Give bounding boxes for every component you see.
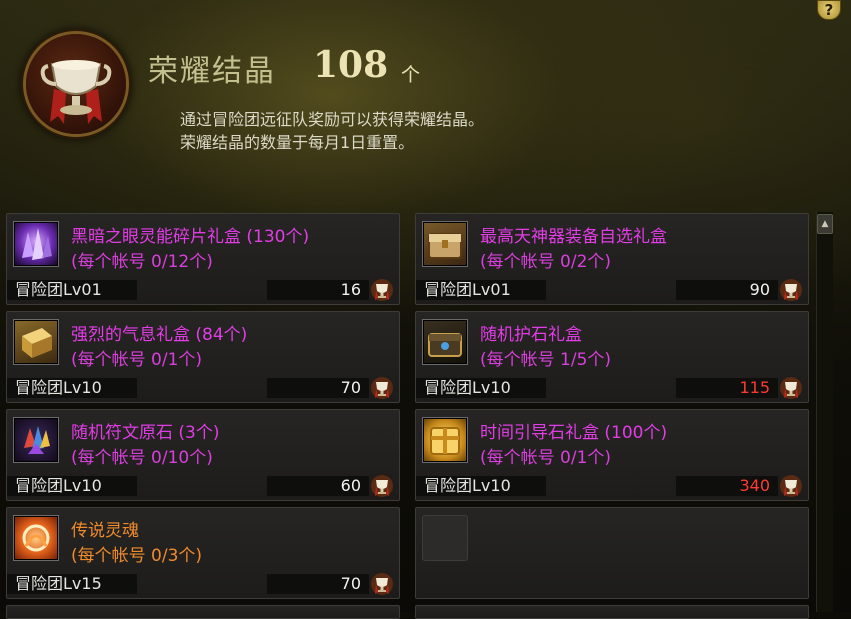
item-name: 强烈的气息礼盒 (84个) — [71, 325, 248, 345]
item-purchase-limit: (每个帐号 0/10个) — [71, 448, 213, 468]
item-price: 340 — [676, 476, 778, 496]
item-purchase-limit: (每个帐号 0/12个) — [71, 252, 213, 272]
level-requirement: 冒险团Lv10 — [416, 378, 546, 398]
shop-item-card[interactable]: 黑暗之眼灵能碎片礼盒 (130个) (每个帐号 0/12个) 冒险团Lv01 1… — [6, 213, 400, 305]
shop-item-card[interactable]: 传说灵魂 (每个帐号 0/3个) 冒险团Lv15 70 — [6, 507, 400, 599]
dark-chest-icon — [422, 319, 468, 365]
level-requirement: 冒险团Lv10 — [416, 476, 546, 496]
item-purchase-limit: (每个帐号 0/1个) — [480, 448, 612, 468]
honor-crystal-icon — [780, 279, 802, 301]
item-price-value: 115 — [739, 378, 770, 397]
item-purchase-limit: (每个帐号 0/2个) — [480, 252, 612, 272]
honor-crystal-icon — [780, 377, 802, 399]
item-price-value: 70 — [340, 574, 361, 593]
legendary-soul-icon — [13, 515, 59, 561]
item-price: 115 — [676, 378, 778, 398]
purple-crystal-icon — [13, 221, 59, 267]
item-price-value: 60 — [340, 476, 361, 495]
shop-item-card[interactable]: 随机符文原石 (3个) (每个帐号 0/10个) 冒险团Lv10 60 — [6, 409, 400, 501]
page-title: 荣耀结晶 — [148, 54, 276, 89]
rune-stone-icon — [13, 417, 59, 463]
shop-item-card[interactable]: 强烈的气息礼盒 (84个) (每个帐号 0/1个) 冒险团Lv10 70 — [6, 311, 400, 403]
item-price: 90 — [676, 280, 778, 300]
help-button[interactable]: ? — [817, 0, 841, 20]
honor-crystal-medal-icon — [26, 34, 126, 134]
item-price-value: 340 — [739, 476, 770, 495]
item-price: 16 — [267, 280, 369, 300]
honor-crystal-icon — [371, 377, 393, 399]
item-name: 随机护石礼盒 — [480, 325, 582, 345]
shop-item-card-partial[interactable] — [415, 605, 809, 619]
item-name: 时间引导石礼盒 (100个) — [480, 423, 668, 443]
item-name: 最高天神器装备自选礼盒 — [480, 227, 667, 247]
shop-item-card-partial[interactable] — [6, 605, 400, 619]
item-name: 黑暗之眼灵能碎片礼盒 (130个) — [71, 227, 310, 247]
shop-item-card[interactable]: 最高天神器装备自选礼盒 (每个帐号 0/2个) 冒险团Lv01 90 — [415, 213, 809, 305]
level-requirement: 冒险团Lv10 — [7, 378, 137, 398]
item-price: 60 — [267, 476, 369, 496]
level-requirement-text: 冒险团Lv01 — [15, 280, 102, 299]
crystal-count: 108 — [313, 44, 389, 86]
level-requirement: 冒险团Lv01 — [416, 280, 546, 300]
item-price: 70 — [267, 574, 369, 594]
level-requirement-text: 冒险团Lv10 — [424, 378, 511, 397]
description-line: 通过冒险团远征队奖励可以获得荣耀结晶。 — [180, 110, 485, 129]
item-purchase-limit: (每个帐号 1/5个) — [480, 350, 612, 370]
level-requirement-text: 冒险团Lv15 — [15, 574, 102, 593]
description: 通过冒险团远征队奖励可以获得荣耀结晶。 荣耀结晶的数量于每月1日重置。 — [180, 108, 484, 154]
golden-chest-icon — [422, 221, 468, 267]
level-requirement: 冒险团Lv15 — [7, 574, 137, 594]
description-line: 荣耀结晶的数量于每月1日重置。 — [180, 133, 415, 152]
honor-crystal-icon — [780, 475, 802, 497]
scrollbar-track[interactable] — [816, 212, 833, 612]
gold-box-icon — [13, 319, 59, 365]
empty-item-slot — [415, 507, 809, 599]
shop-item-card[interactable]: 时间引导石礼盒 (100个) (每个帐号 0/1个) 冒险团Lv10 340 — [415, 409, 809, 501]
item-price-value: 70 — [340, 378, 361, 397]
scroll-up-button[interactable]: ▲ — [817, 214, 833, 234]
item-purchase-limit: (每个帐号 0/3个) — [71, 546, 203, 566]
honor-crystal-icon — [371, 279, 393, 301]
item-price: 70 — [267, 378, 369, 398]
level-requirement: 冒险团Lv10 — [7, 476, 137, 496]
level-requirement: 冒险团Lv01 — [7, 280, 137, 300]
item-name: 随机符文原石 (3个) — [71, 423, 220, 443]
honor-crystal-icon — [371, 475, 393, 497]
level-requirement-text: 冒险团Lv10 — [15, 476, 102, 495]
glowing-box-icon — [422, 417, 468, 463]
item-price-value: 90 — [749, 280, 770, 299]
level-requirement-text: 冒险团Lv10 — [15, 378, 102, 397]
shop-item-card[interactable]: 随机护石礼盒 (每个帐号 1/5个) 冒险团Lv10 115 — [415, 311, 809, 403]
item-purchase-limit: (每个帐号 0/1个) — [71, 350, 203, 370]
level-requirement-text: 冒险团Lv10 — [424, 476, 511, 495]
level-requirement-text: 冒险团Lv01 — [424, 280, 511, 299]
item-price-value: 16 — [340, 280, 361, 299]
crystal-count-unit: 个 — [401, 64, 421, 86]
item-name: 传说灵魂 — [71, 521, 139, 541]
honor-crystal-icon — [371, 573, 393, 595]
empty-icon-slot — [422, 515, 468, 561]
